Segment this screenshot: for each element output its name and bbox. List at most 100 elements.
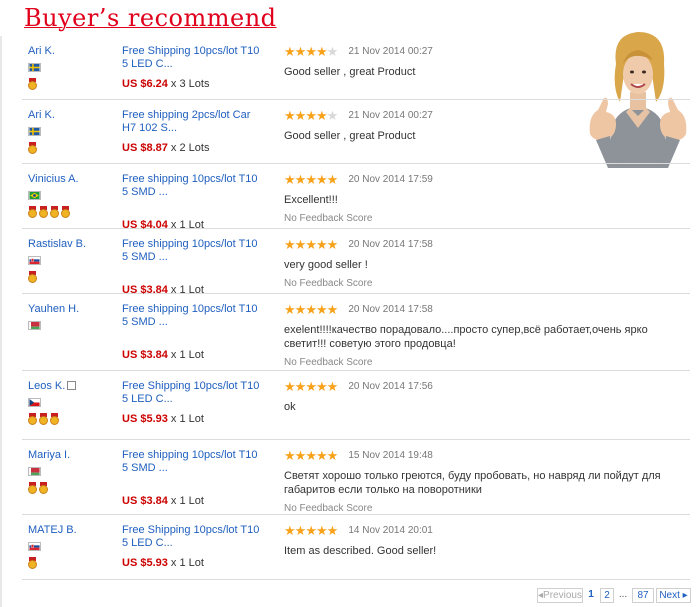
feedback-medals	[28, 142, 118, 154]
review-list: Ari K. Free Shipping 10pcs/lot T10 5 LED…	[22, 36, 690, 580]
star-icon: ★	[284, 448, 296, 463]
review-date: 20 Nov 2014 17:58	[348, 304, 433, 315]
rating-stars: ★★★★★	[284, 448, 338, 463]
previous-page-button[interactable]: ◂Previous	[537, 588, 583, 603]
star-icon: ★	[315, 172, 328, 187]
price: US $3.84	[122, 495, 168, 507]
star-icon: ★	[284, 237, 296, 252]
feedback-medals	[28, 482, 118, 494]
review-comment: ok	[284, 401, 296, 413]
flag-slovakia-icon	[28, 542, 41, 551]
star-icon: ★	[294, 302, 307, 317]
buyer-name-link[interactable]: Yauhen H.	[28, 303, 118, 315]
quantity: x 1 Lot	[167, 495, 204, 507]
product-link[interactable]: Free Shipping 10pcs/lot T10 5 LED C...	[122, 524, 262, 550]
flag-czech-icon	[28, 398, 41, 407]
feedback-profile-icon[interactable]	[67, 381, 77, 390]
buyer-name-link[interactable]: Ari K.	[28, 109, 118, 121]
quantity: x 2 Lots	[167, 142, 210, 154]
review-row: Rastislav B. Free shipping 10pcs/lot T10…	[22, 229, 690, 296]
product-link[interactable]: Free shipping 10pcs/lot T10 5 SMD ...	[122, 238, 262, 264]
feedback-medals	[28, 206, 118, 218]
review-row: Leos K. Free Shipping 10pcs/lot T10 5 LE…	[22, 371, 690, 440]
star-icon: ★	[326, 379, 339, 394]
product-link[interactable]: Free shipping 2pcs/lot Car H7 102 S...	[122, 109, 262, 135]
price: US $8.87	[122, 142, 168, 154]
rating-stars: ★★★★★	[284, 379, 339, 394]
product-link[interactable]: Free Shipping 10pcs/lot T10 5 LED C...	[122, 380, 262, 406]
pagination-ellipsis: ...	[616, 588, 630, 603]
star-icon: ★	[305, 523, 317, 538]
star-icon: ★	[305, 448, 317, 463]
medal-icon	[28, 78, 37, 90]
star-icon: ★	[294, 523, 307, 538]
review-comment: Светят хорошо только греются, буду пробо…	[284, 470, 661, 496]
rating-stars: ★★★★★	[284, 302, 339, 317]
page-87-button[interactable]: 87	[632, 588, 654, 603]
price: US $6.24	[122, 78, 168, 90]
medal-icon	[39, 413, 48, 425]
star-icon: ★	[305, 379, 317, 394]
buyer-name-link[interactable]: Mariya I.	[28, 449, 118, 461]
star-icon: ★	[305, 172, 317, 187]
star-icon: ★	[315, 302, 328, 317]
quantity: x 1 Lot	[167, 349, 204, 361]
star-icon: ★	[284, 379, 296, 394]
review-date: 20 Nov 2014 17:56	[348, 381, 433, 392]
page-1-button[interactable]: 1	[585, 588, 597, 603]
review-date: 15 Nov 2014 19:48	[348, 450, 433, 461]
star-icon: ★	[315, 237, 328, 252]
rating-stars: ★★★★★	[284, 237, 339, 252]
buyer-name-link[interactable]: MATEJ B.	[28, 524, 118, 536]
medal-icon	[39, 206, 48, 218]
next-page-button[interactable]: Next ▸	[656, 588, 691, 603]
medal-icon	[28, 413, 37, 425]
star-icon: ★	[294, 108, 307, 123]
star-icon: ★	[315, 108, 328, 123]
star-icon: ★	[315, 523, 328, 538]
star-empty-icon: ★	[326, 108, 339, 123]
star-icon: ★	[315, 448, 328, 463]
star-icon: ★	[315, 379, 328, 394]
star-icon: ★	[305, 44, 317, 59]
star-empty-icon: ★	[326, 44, 339, 59]
flag-sweden-icon	[28, 127, 41, 136]
star-icon: ★	[294, 379, 307, 394]
review-date: 21 Nov 2014 00:27	[348, 46, 433, 57]
product-link[interactable]: Free shipping 10pcs/lot T10 5 SMD ...	[122, 173, 262, 199]
feedback-medals	[28, 271, 118, 283]
buyer-name-link[interactable]: Vinicius A.	[28, 173, 118, 185]
review-row: Mariya I. Free shipping 10pcs/lot T10 5 …	[22, 440, 690, 515]
rating-stars: ★★★★★	[284, 44, 339, 59]
review-row: Ari K. Free Shipping 10pcs/lot T10 5 LED…	[22, 36, 690, 100]
star-icon: ★	[326, 302, 339, 317]
buyer-name-link[interactable]: Leos K.	[28, 380, 65, 392]
rating-stars: ★★★★★	[284, 172, 338, 187]
star-icon: ★	[326, 237, 339, 252]
medal-icon	[28, 142, 37, 154]
buyer-name-link[interactable]: Rastislav B.	[28, 238, 118, 250]
star-icon: ★	[305, 302, 317, 317]
no-feedback-score: No Feedback Score	[284, 357, 373, 368]
star-icon: ★	[284, 302, 296, 317]
review-date: 20 Nov 2014 17:59	[348, 174, 433, 185]
star-icon: ★	[284, 523, 296, 538]
buyer-name-link[interactable]: Ari K.	[28, 45, 118, 57]
medal-icon	[28, 206, 37, 218]
product-link[interactable]: Free shipping 10pcs/lot T10 5 SMD ...	[122, 449, 262, 475]
page-title: Buyer’s recommend	[24, 4, 277, 32]
quantity: x 3 Lots	[167, 78, 210, 90]
star-icon: ★	[294, 448, 307, 463]
review-comment: Good seller , great Product	[284, 130, 416, 142]
price: US $3.84	[122, 349, 168, 361]
medal-icon	[28, 482, 37, 494]
star-icon: ★	[284, 108, 296, 123]
product-link[interactable]: Free shipping 10pcs/lot T10 5 SMD ...	[122, 303, 262, 329]
page-2-button[interactable]: 2	[600, 588, 614, 603]
star-icon: ★	[326, 523, 339, 538]
product-link[interactable]: Free Shipping 10pcs/lot T10 5 LED C...	[122, 45, 262, 71]
review-date: 14 Nov 2014 20:01	[348, 525, 433, 536]
rating-stars: ★★★★★	[284, 523, 339, 538]
star-icon: ★	[284, 172, 296, 187]
quantity: x 1 Lot	[167, 557, 204, 569]
